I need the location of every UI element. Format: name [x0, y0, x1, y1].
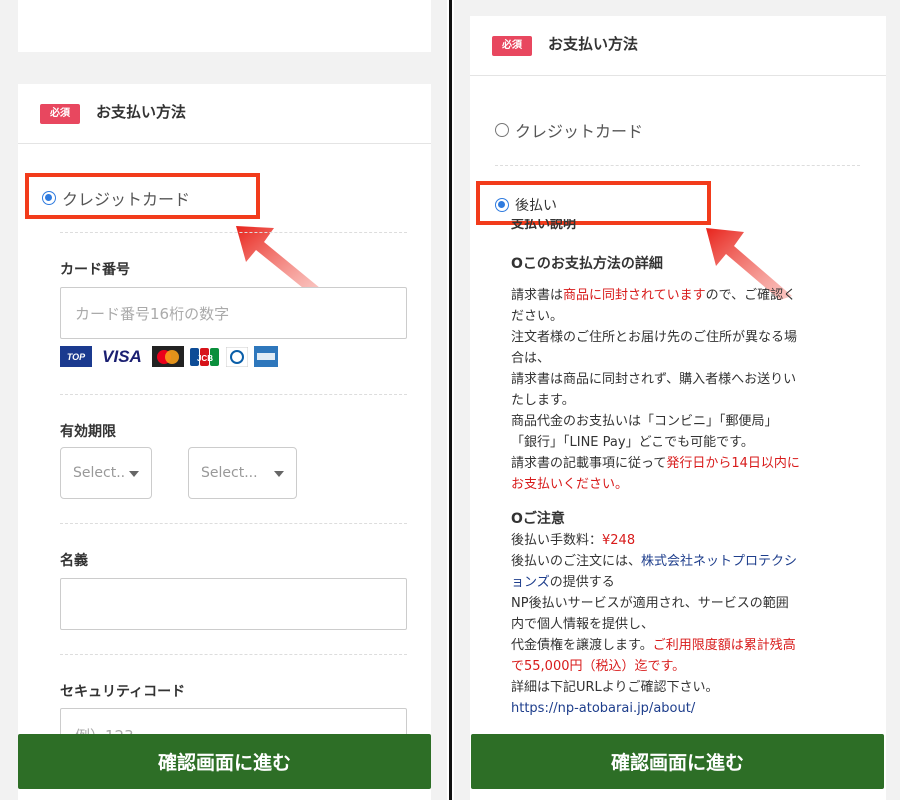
- detail-line-pre: 請求書は商品に同封されず、購入者様へお送りい: [511, 372, 797, 387]
- amex-icon: [254, 346, 278, 367]
- detail-line-red: 商品に同封されています: [563, 288, 706, 303]
- radio-label-deferred: 後払い: [515, 198, 557, 214]
- detail-line: 合は、: [511, 348, 861, 369]
- provider-line: 後払いのご注文には、株式会社ネットプロテクシ: [511, 551, 861, 572]
- confirm-button[interactable]: 確認画面に進む: [18, 734, 431, 789]
- detail-lines: 請求書は商品に同封されていますので、ご確認ください。注文者様のご住所とお届け先の…: [511, 285, 861, 495]
- detail-line: 商品代金のお支払いは「コンビニ」「郵便局」: [511, 411, 861, 432]
- divider: [60, 654, 407, 655]
- payment-description: Oこのお支払方法の詳細 請求書は商品に同封されていますので、ご確認ください。注文…: [511, 254, 861, 719]
- radio-selected-icon[interactable]: [495, 198, 509, 212]
- detail-line-red: 発行日から14日以内に: [666, 456, 800, 471]
- detail-line: ださい。: [511, 306, 861, 327]
- provider-prefix: 後払いのご注文には、: [511, 554, 642, 569]
- divider: [60, 394, 407, 395]
- detail-line-pre: 「銀行」「LINE Pay」どこでも可能です。: [511, 435, 754, 450]
- top-card-icon: TOP: [60, 346, 92, 367]
- expiry-year-select[interactable]: Select...: [188, 447, 297, 499]
- confirm-button[interactable]: 確認画面に進む: [471, 734, 884, 789]
- payment-section-header: 必須 お支払い方法: [18, 84, 431, 144]
- chevron-down-icon: [129, 471, 139, 477]
- detail-line-pre: 請求書の記載事項に従って: [511, 456, 667, 471]
- expiry-year-value: Select...: [201, 465, 258, 481]
- expiry-month-value: Select..: [73, 465, 126, 481]
- name-input[interactable]: [60, 578, 407, 630]
- expiry-label: 有効期限: [60, 424, 116, 440]
- radio-unselected-icon[interactable]: [495, 123, 509, 137]
- detail-line-pre: たします。: [511, 393, 575, 408]
- np-line-2: 内で個人情報を提供し、: [511, 617, 655, 632]
- radio-option-deferred[interactable]: 後払い: [495, 195, 557, 215]
- section-title: お支払い方法: [96, 103, 187, 121]
- screenshot-divider: [447, 0, 454, 800]
- detail-line: 請求書は商品に同封されていますので、ご確認く: [511, 285, 861, 306]
- section-title: お支払い方法: [548, 35, 639, 53]
- chevron-down-icon: [274, 471, 284, 477]
- fee-value: ¥248: [602, 533, 636, 548]
- card-number-label: カード番号: [60, 262, 130, 278]
- limit-line: で55,000円（税込）迄です。: [511, 659, 686, 674]
- fee-line: 後払い手数料：¥248: [511, 530, 861, 551]
- provider-name-link-2[interactable]: ョンズ: [511, 575, 550, 590]
- divider: [495, 165, 860, 166]
- radio-option-credit[interactable]: クレジットカード: [42, 186, 190, 210]
- card-brand-logos: TOP VISA JCB: [60, 346, 278, 367]
- detail-line: お支払いください。: [511, 474, 861, 495]
- notice-heading: Oご注意: [511, 511, 565, 527]
- previous-section-card: [18, 0, 431, 52]
- np-url-link[interactable]: https://np-atobarai.jp/about/: [511, 698, 861, 719]
- provider-line-2: ョンズの提供する: [511, 572, 861, 593]
- detail-line: 注文者様のご住所とお届け先のご住所が異なる場: [511, 327, 861, 348]
- radio-selected-icon[interactable]: [42, 191, 56, 205]
- radio-label-credit: クレジットカード: [515, 122, 644, 141]
- limit-text: ご利用限度額は累計残高: [652, 638, 796, 653]
- claim-line: 代金債権を譲渡します。ご利用限度額は累計残高: [511, 635, 861, 656]
- np-line-1: NP後払いサービスが適用され、サービスの範囲: [511, 596, 789, 611]
- jcb-icon: JCB: [190, 346, 220, 367]
- radio-label-credit: クレジットカード: [62, 190, 191, 209]
- left-screenshot-panel: 必須 お支払い方法: [0, 0, 447, 800]
- detail-line-post: ので、ご確認く: [705, 288, 797, 303]
- diners-icon: [226, 346, 248, 367]
- detail-line-pre: 注文者様のご住所とお届け先のご住所が異なる場: [511, 330, 798, 345]
- payment-section-header: 必須 お支払い方法: [470, 16, 886, 76]
- expiry-month-select[interactable]: Select..: [60, 447, 152, 499]
- detail-line-pre: ださい。: [511, 309, 564, 324]
- card-number-input[interactable]: カード番号16桁の数字: [60, 287, 407, 339]
- radio-option-credit[interactable]: クレジットカード: [495, 118, 643, 142]
- detail-line-pre: 請求書は: [511, 288, 564, 303]
- details-line: 詳細は下記URLよりご確認下さい。: [511, 680, 719, 695]
- required-badge: 必須: [40, 104, 80, 124]
- required-badge: 必須: [492, 36, 532, 56]
- provider-name-link[interactable]: 株式会社ネットプロテクシ: [641, 554, 797, 569]
- visa-icon: VISA: [102, 346, 142, 366]
- divider: [60, 523, 407, 524]
- description-heading: 支払い説明: [511, 219, 577, 231]
- detail-line-pre: 商品代金のお支払いは「コンビニ」「郵便局」: [511, 414, 778, 429]
- provider-suffix: の提供する: [549, 575, 615, 590]
- detail-line: たします。: [511, 390, 861, 411]
- fee-label: 後払い手数料：: [511, 533, 603, 548]
- detail-line-red: お支払いください。: [511, 477, 629, 492]
- divider: [60, 232, 407, 233]
- mastercard-icon: [152, 346, 184, 367]
- detail-line-pre: 合は、: [511, 351, 551, 366]
- detail-line: 請求書の記載事項に従って発行日から14日以内に: [511, 453, 861, 474]
- detail-line: 「銀行」「LINE Pay」どこでも可能です。: [511, 432, 861, 453]
- svg-text:JCB: JCB: [197, 354, 213, 363]
- detail-line: 請求書は商品に同封されず、購入者様へお送りい: [511, 369, 861, 390]
- detail-heading: Oこのお支払方法の詳細: [511, 256, 663, 272]
- name-label: 名義: [60, 553, 88, 569]
- security-code-label: セキュリティコード: [60, 684, 186, 700]
- claim-text: 代金債権を譲渡します。: [511, 638, 653, 653]
